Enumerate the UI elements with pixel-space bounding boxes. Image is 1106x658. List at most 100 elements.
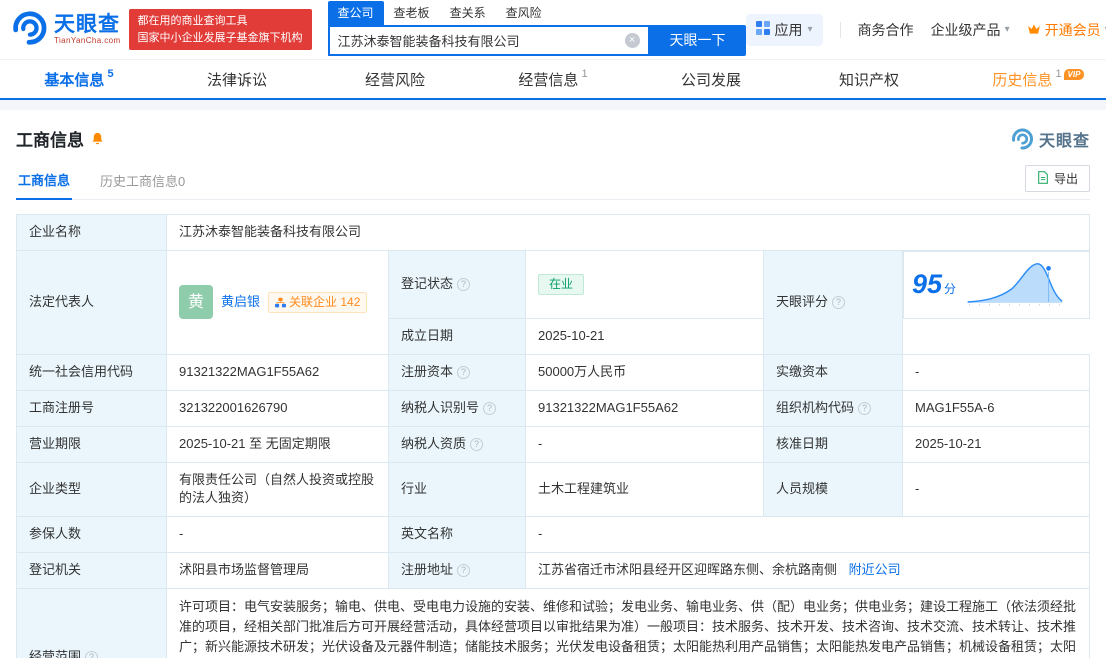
table-row: 营业期限 2025-10-21 至 无固定期限 纳税人资质? - 核准日期 20… xyxy=(16,425,1090,463)
search-tab-risk[interactable]: 查风险 xyxy=(496,1,552,25)
table-row: 经营范围? 许可项目：电气安装服务；输电、供电、受电电力设施的安装、维修和试验；… xyxy=(16,587,1090,658)
help-icon[interactable]: ? xyxy=(85,650,99,658)
field-label: 行业 xyxy=(388,461,526,518)
nearby-companies-link[interactable]: 附近公司 xyxy=(849,562,901,577)
tab-operation-risk[interactable]: 经营风险 xyxy=(316,60,474,98)
field-label: 工商注册号 xyxy=(16,389,167,427)
insured-num-value: - xyxy=(166,516,389,554)
reg-status-value: 在业 xyxy=(525,249,764,320)
paid-capital-value: - xyxy=(902,354,1090,391)
caret-down-icon: ▾ xyxy=(807,24,813,35)
staff-size-value: - xyxy=(902,461,1090,518)
company-nav: 基本信息 5 法律诉讼 经营风险 经营信息 1 公司发展 知识产权 历史信息 V… xyxy=(0,60,1106,100)
table-row: 参保人数 - 英文名称 - xyxy=(16,516,1090,554)
apps-grid-icon xyxy=(755,21,770,38)
reg-no-value: 321322001626790 xyxy=(166,389,389,427)
open-vip-label: 开通会员 xyxy=(1044,21,1101,38)
search-button[interactable]: 天眼一下 xyxy=(649,24,746,56)
vip-badge: VIP xyxy=(1063,69,1085,80)
slogan-line-1: 都在用的商业查询工具 xyxy=(137,15,248,27)
help-icon[interactable]: ? xyxy=(457,366,471,380)
tab-basic-info[interactable]: 基本信息 5 xyxy=(0,60,158,98)
related-companies-chip[interactable]: 关联企业 142 xyxy=(268,291,368,314)
field-label: 营业期限 xyxy=(16,425,167,463)
help-icon[interactable]: ? xyxy=(470,437,484,451)
help-icon[interactable]: ? xyxy=(832,296,846,310)
field-label: 注册资本? xyxy=(388,354,526,391)
status-badge: 在业 xyxy=(538,273,585,296)
legal-rep-avatar[interactable]: 黄 xyxy=(179,285,213,320)
business-cooperation-link[interactable]: 商务合作 xyxy=(858,20,914,40)
table-row: 企业类型 有限责任公司（自然人投资或控股的法人独资） 行业 土木工程建筑业 人员… xyxy=(16,461,1090,518)
score-distribution-chart xyxy=(964,256,1064,314)
field-label: 组织机构代码? xyxy=(763,389,903,427)
table-row: 登记机关 沭阳县市场监督管理局 注册地址? 江苏省宿迁市沭阳县经开区迎晖路东侧、… xyxy=(16,552,1090,589)
field-label: 天眼评分? xyxy=(763,249,903,356)
business-info-table: 企业名称 江苏沐泰智能装备科技有限公司 法定代表人 黄 黄启银 关联企业 142… xyxy=(16,214,1090,658)
field-label: 英文名称 xyxy=(388,516,526,554)
subtab-history-business-info[interactable]: 历史工商信息0 xyxy=(98,171,187,199)
help-icon[interactable]: ? xyxy=(483,401,497,415)
top-bar: 天眼查 TianYanCha.com 都在用的商业查询工具 国家中小企业发展子基… xyxy=(0,0,1106,60)
tab-label: 经营信息 xyxy=(518,71,579,89)
enterprise-products-menu[interactable]: 企业级产品 ▾ xyxy=(931,20,1010,40)
section-title: 工商信息 xyxy=(16,131,84,150)
approval-date-value: 2025-10-21 xyxy=(902,425,1090,463)
field-label: 统一社会信用代码 xyxy=(16,354,167,391)
export-button[interactable]: 导出 xyxy=(1024,165,1090,192)
slogan-badge: 都在用的商业查询工具 国家中小企业发展子基金旗下机构 xyxy=(128,9,312,50)
open-vip-menu[interactable]: 开通会员 ▾ xyxy=(1027,20,1106,40)
menu-divider xyxy=(839,21,841,38)
tianyancha-logo-icon xyxy=(10,9,48,50)
taxpayer-quality-value: - xyxy=(525,425,764,463)
enterprise-products-label: 企业级产品 xyxy=(930,21,1001,38)
export-label: 导出 xyxy=(1053,172,1078,186)
vip-crown-icon xyxy=(1027,22,1041,38)
tab-count: 1 xyxy=(1055,68,1062,80)
field-label: 实缴资本 xyxy=(763,354,903,391)
tianyancha-logo[interactable]: 天眼查 TianYanCha.com xyxy=(10,9,121,50)
help-icon[interactable]: ? xyxy=(858,401,872,415)
tab-legal-proceedings[interactable]: 法律诉讼 xyxy=(158,60,316,98)
tab-company-development[interactable]: 公司发展 xyxy=(632,60,790,98)
legal-rep-cell: 黄 黄启银 关联企业 142 xyxy=(166,249,389,356)
subscribe-bell-icon[interactable] xyxy=(90,131,105,146)
tab-intellectual-property[interactable]: 知识产权 xyxy=(790,60,948,98)
field-label: 企业类型 xyxy=(16,461,167,518)
tab-count: 5 xyxy=(107,68,114,80)
search-input[interactable] xyxy=(337,32,625,48)
apps-menu[interactable]: 应用 ▾ xyxy=(745,13,823,46)
score-value: 95 xyxy=(912,268,943,299)
field-label: 成立日期 xyxy=(388,318,526,356)
slogan-line-2: 国家中小企业发展子基金旗下机构 xyxy=(137,31,303,44)
english-name-value: - xyxy=(525,516,1090,554)
field-label: 登记机关 xyxy=(16,552,167,589)
tab-label: 经营风险 xyxy=(364,71,425,89)
watermark-logo: 天眼查 xyxy=(1010,127,1090,151)
search-tab-boss[interactable]: 查老板 xyxy=(384,1,440,25)
company-name-value: 江苏沐泰智能装备科技有限公司 xyxy=(166,214,1090,251)
tab-operation-info[interactable]: 经营信息 1 xyxy=(474,60,632,98)
reg-address-cell: 江苏省宿迁市沭阳县经开区迎晖路东侧、余杭路南侧 附近公司 xyxy=(525,552,1090,589)
legal-rep-name-link[interactable]: 黄启银 xyxy=(221,293,260,312)
help-icon[interactable]: ? xyxy=(457,278,471,292)
org-code-value: MAG1F55A-6 xyxy=(902,389,1090,427)
search-area: 查公司 查老板 查关系 查风险 × 天眼一下 xyxy=(327,0,746,56)
subtab-business-info[interactable]: 工商信息 xyxy=(16,170,73,200)
taxpayer-id-value: 91321322MAG1F55A62 xyxy=(525,389,764,427)
table-row: 统一社会信用代码 91321322MAG1F55A62 注册资本? 50000万… xyxy=(16,354,1090,391)
apps-label: 应用 xyxy=(774,21,803,38)
business-info-card: 工商信息 天眼查 工商信息 历史工商信息0 导出 企业名称 江苏沐泰智能装备科技… xyxy=(0,110,1106,658)
field-label: 纳税人识别号? xyxy=(388,389,526,427)
org-chart-icon xyxy=(275,297,287,308)
business-term-value: 2025-10-21 至 无固定期限 xyxy=(166,425,389,463)
clear-icon[interactable]: × xyxy=(624,32,640,48)
help-icon[interactable]: ? xyxy=(457,564,471,578)
company-type-value: 有限责任公司（自然人投资或控股的法人独资） xyxy=(166,461,389,518)
table-row: 企业名称 江苏沐泰智能装备科技有限公司 xyxy=(16,214,1090,251)
search-tab-company[interactable]: 查公司 xyxy=(327,0,384,25)
tab-history-info[interactable]: 历史信息 VIP 1 xyxy=(948,60,1106,98)
search-tab-relation[interactable]: 查关系 xyxy=(440,1,496,25)
reg-capital-value: 50000万人民币 xyxy=(525,354,764,391)
tab-label: 知识产权 xyxy=(838,71,899,89)
